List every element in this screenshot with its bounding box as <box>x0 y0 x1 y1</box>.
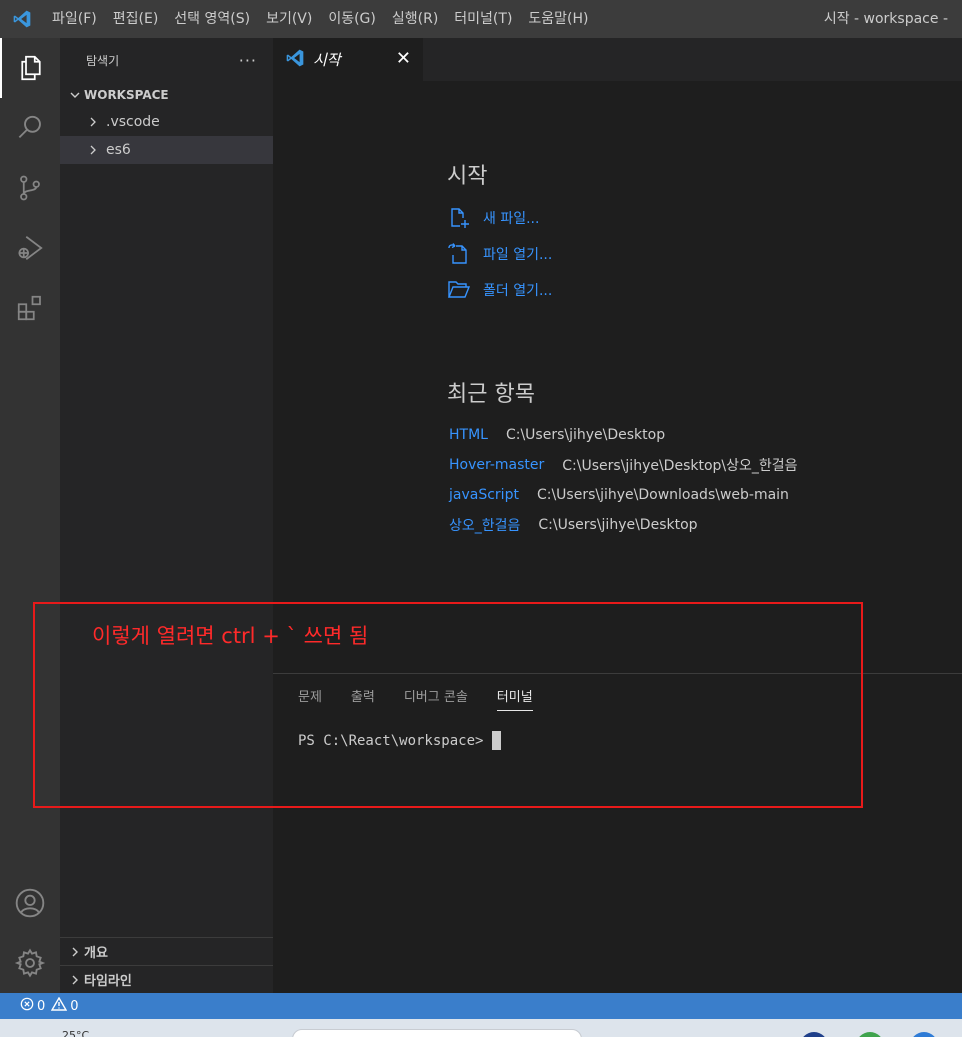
taskbar-app-icon[interactable] <box>910 1032 938 1037</box>
outline-label: 개요 <box>84 946 108 961</box>
open-file-icon <box>447 242 475 266</box>
warning-count: 0 <box>70 998 79 1014</box>
os-taskbar: 25°C <box>0 1019 962 1037</box>
sidebar-title: 탐색기 <box>86 53 120 68</box>
start-heading: 시작 <box>447 164 488 189</box>
welcome-page: 시작 새 파일... 파일 열기... 폴더 열기... 최근 항목 HTML … <box>447 158 927 540</box>
open-folder-icon <box>447 278 475 302</box>
weather-text: 25°C <box>62 1029 90 1037</box>
error-icon <box>20 997 34 1015</box>
sidebar-header: 탐색기 ··· <box>60 38 273 82</box>
error-count: 0 <box>37 998 46 1014</box>
recent-item-path: C:\Users\jihye\Downloads\web-main <box>536 487 789 503</box>
vscode-logo-icon <box>0 0 44 38</box>
chevron-right-icon <box>84 116 102 128</box>
chevron-down-icon <box>66 89 84 101</box>
vscode-tab-icon <box>285 48 305 72</box>
menu-go[interactable]: 이동(G) <box>320 0 384 38</box>
chevron-right-icon <box>66 946 84 958</box>
recent-item-path: C:\Users\jihye\Desktop <box>538 517 698 533</box>
open-folder-link[interactable]: 폴더 열기... <box>447 272 927 308</box>
taskbar-search[interactable] <box>292 1029 582 1037</box>
menu-terminal[interactable]: 터미널(T) <box>446 0 520 38</box>
close-icon[interactable]: ✕ <box>396 49 411 69</box>
recent-item[interactable]: Hover-master C:\Users\jihye\Desktop\상오_한… <box>447 450 927 480</box>
recent-item[interactable]: HTML C:\Users\jihye\Desktop <box>447 420 927 450</box>
settings-gear-icon[interactable] <box>0 933 60 993</box>
recent-item-name[interactable]: Hover-master <box>449 457 544 473</box>
run-debug-icon[interactable] <box>0 218 60 278</box>
taskbar-app-icon[interactable] <box>856 1032 884 1037</box>
problems-status[interactable]: 0 0 <box>20 996 85 1015</box>
new-file-icon <box>447 206 475 230</box>
menu-edit[interactable]: 편집(E) <box>105 0 167 38</box>
search-icon[interactable] <box>0 98 60 158</box>
title-bar: 파일(F) 편집(E) 선택 영역(S) 보기(V) 이동(G) 실행(R) 터… <box>0 0 962 38</box>
open-file-label: 파일 열기... <box>483 247 553 263</box>
open-file-link[interactable]: 파일 열기... <box>447 236 927 272</box>
source-control-icon[interactable] <box>0 158 60 218</box>
tree-item-es6[interactable]: es6 <box>60 136 273 164</box>
chevron-right-icon <box>66 974 84 986</box>
menu-selection[interactable]: 선택 영역(S) <box>166 0 258 38</box>
tab-welcome[interactable]: 시작 ✕ <box>273 38 423 81</box>
open-folder-label: 폴더 열기... <box>483 283 553 299</box>
recent-item-path: C:\Users\jihye\Desktop <box>505 427 666 443</box>
recent-item-path: C:\Users\jihye\Desktop\상오_한걸음 <box>562 458 798 474</box>
editor-tab-bar: 시작 ✕ <box>273 38 962 81</box>
recent-heading: 최근 항목 <box>447 382 535 407</box>
menu-run[interactable]: 실행(R) <box>384 0 446 38</box>
menu-help[interactable]: 도움말(H) <box>520 0 596 38</box>
workspace-section-header[interactable]: WORKSPACE <box>60 82 273 108</box>
tab-title: 시작 <box>313 51 341 69</box>
menu-view[interactable]: 보기(V) <box>258 0 320 38</box>
recent-item[interactable]: javaScript C:\Users\jihye\Downloads\web-… <box>447 480 927 510</box>
new-file-label: 새 파일... <box>483 211 540 227</box>
tree-item-label: .vscode <box>106 114 160 130</box>
recent-item[interactable]: 상오_한걸음 C:\Users\jihye\Desktop <box>447 510 927 540</box>
activity-bar <box>0 38 60 993</box>
recent-item-name[interactable]: HTML <box>449 427 488 443</box>
explorer-icon[interactable] <box>0 38 60 98</box>
recent-item-name[interactable]: 상오_한걸음 <box>449 515 520 535</box>
chevron-right-icon <box>84 144 102 156</box>
menu-file[interactable]: 파일(F) <box>44 0 105 38</box>
timeline-label: 타임라인 <box>84 974 132 989</box>
more-actions-icon[interactable]: ··· <box>239 51 257 70</box>
outline-section-header[interactable]: 개요 <box>60 937 273 965</box>
workspace-label: WORKSPACE <box>84 88 169 102</box>
status-bar: 0 0 <box>0 993 962 1019</box>
warning-icon <box>51 996 68 1015</box>
tree-item-vscode[interactable]: .vscode <box>60 108 273 136</box>
extensions-icon[interactable] <box>0 278 60 338</box>
timeline-section-header[interactable]: 타임라인 <box>60 965 273 993</box>
new-file-link[interactable]: 새 파일... <box>447 200 927 236</box>
account-icon[interactable] <box>0 873 60 933</box>
explorer-sidebar: 탐색기 ··· WORKSPACE .vscode es6 개요 타임라인 <box>60 38 273 993</box>
window-title: 시작 - workspace - <box>823 11 948 27</box>
annotation-text: 이렇게 열려면 ctrl + ` 쓰면 됨 <box>92 624 369 648</box>
recent-item-name[interactable]: javaScript <box>449 487 519 503</box>
menu-bar: 파일(F) 편집(E) 선택 영역(S) 보기(V) 이동(G) 실행(R) 터… <box>44 0 597 38</box>
taskbar-app-icon[interactable] <box>800 1032 828 1037</box>
tree-item-label: es6 <box>106 142 131 158</box>
